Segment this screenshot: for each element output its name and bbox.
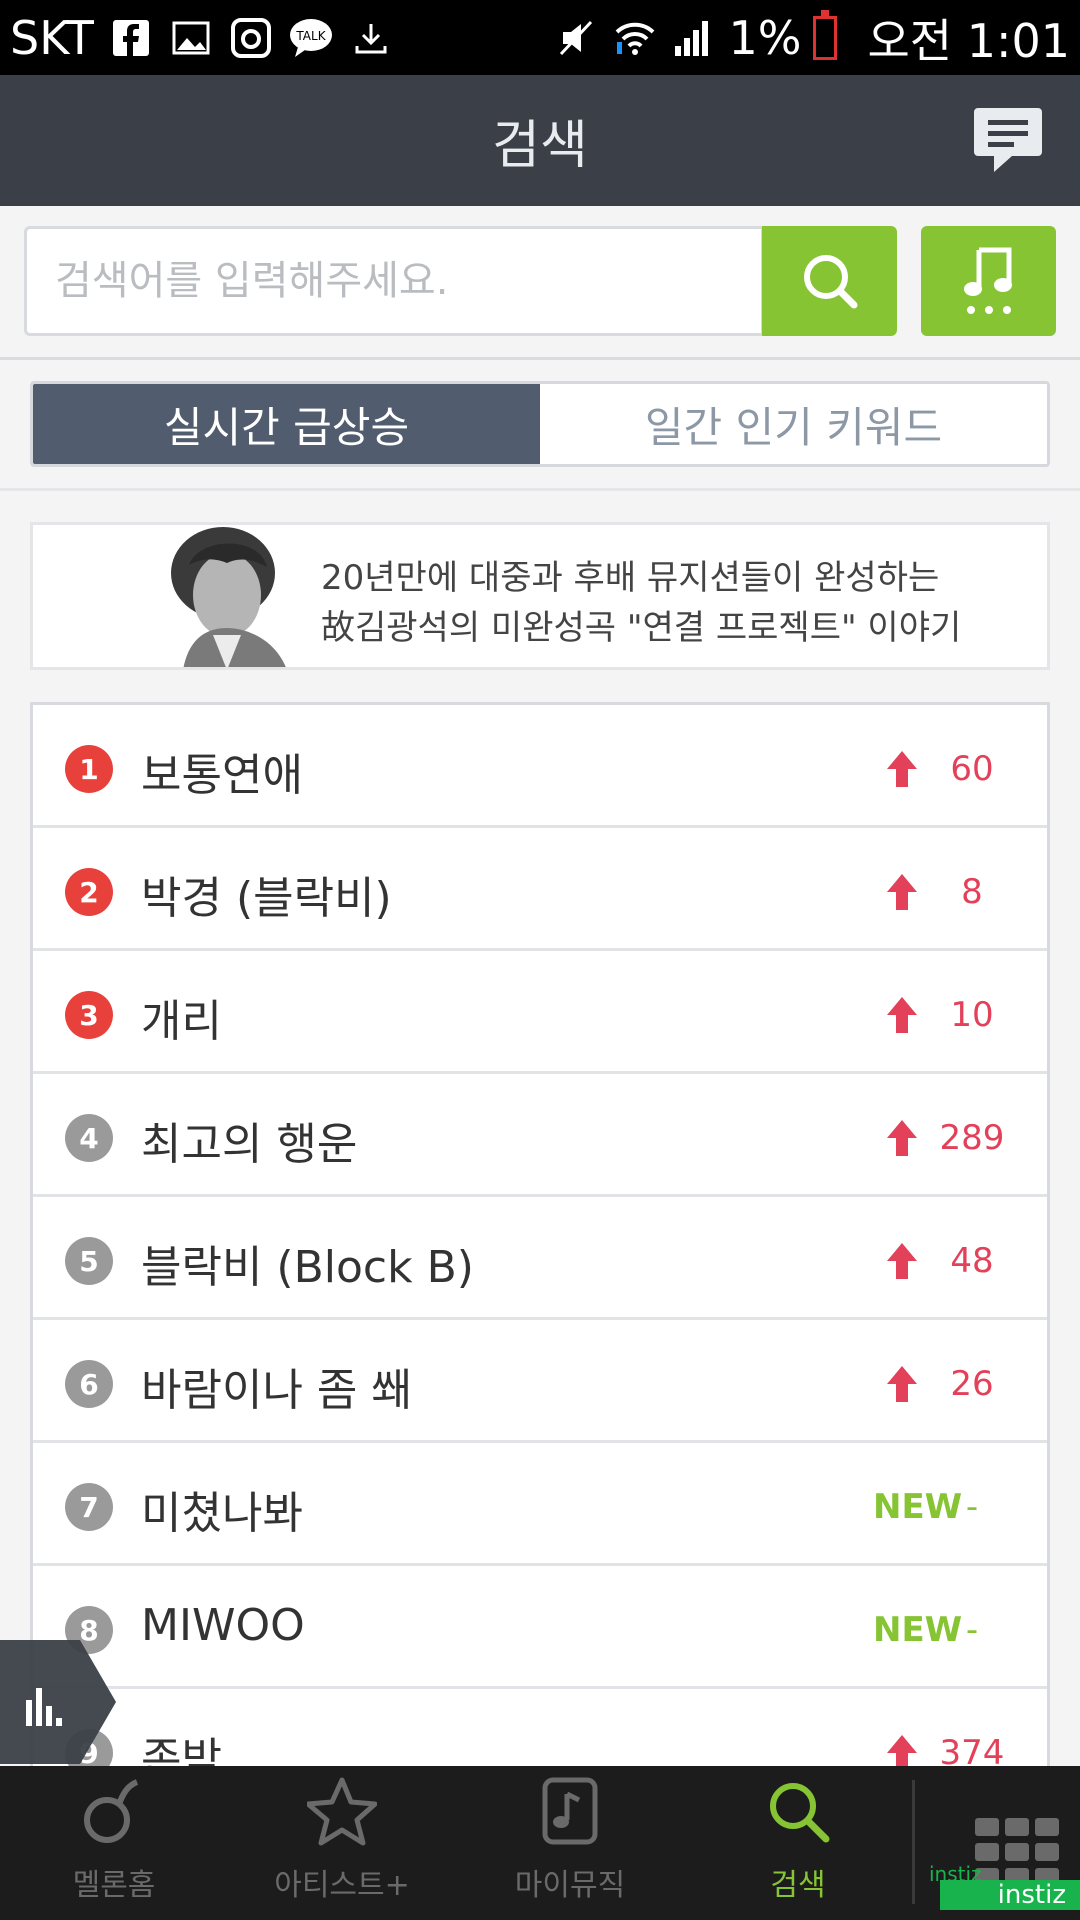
keyword-tabs: 실시간 급상승 일간 인기 키워드	[30, 381, 1050, 467]
mute-icon	[554, 15, 600, 61]
signal-icon	[670, 15, 716, 61]
promo-banner[interactable]: 20년만에 대중과 후배 뮤지션들이 완성하는 故김광석의 미완성곡 "연결 프…	[30, 522, 1050, 670]
ranking-row[interactable]: 6 바람이나 좀 쐐 26	[33, 1320, 1047, 1443]
chat-bubble-icon	[974, 108, 1042, 172]
page-title: 검색	[492, 116, 588, 176]
ranking-row[interactable]: 8 MIWOO NEW -	[33, 1566, 1047, 1689]
rank-change: 374	[939, 1733, 1005, 1766]
arrow-up-icon	[887, 1735, 917, 1766]
rank-keyword: 개리	[141, 996, 222, 1047]
rank-badge: 5	[65, 1237, 113, 1285]
rank-change: 26	[950, 1364, 994, 1404]
search-icon	[770, 1783, 830, 1843]
nav-my-music[interactable]: 마이뮤직	[456, 1766, 684, 1920]
rank-badge: 3	[65, 991, 113, 1039]
rank-keyword: 바람이나 좀 쐐	[141, 1365, 412, 1416]
grid-menu-icon	[975, 1818, 1059, 1886]
svg-text:TALK: TALK	[295, 29, 326, 43]
kakaotalk-icon: TALK	[288, 15, 334, 61]
tab-daily-popular[interactable]: 일간 인기 키워드	[540, 384, 1047, 464]
rank-badge: 6	[65, 1360, 113, 1408]
arrow-up-icon	[887, 1243, 917, 1279]
rank-change: -	[965, 1610, 979, 1650]
nav-label: 검색	[770, 1868, 826, 1903]
banner-line-1: 20년만에 대중과 후배 뮤지션들이 완성하는	[321, 558, 940, 598]
arrow-up-icon	[887, 1120, 917, 1156]
tab-realtime-rising[interactable]: 실시간 급상승	[33, 384, 540, 464]
status-right: 1% 오전 1:01	[554, 5, 1070, 71]
rank-badge: 1	[65, 745, 113, 793]
nav-label: 아티스트+	[274, 1868, 410, 1903]
rank-change: 48	[950, 1241, 994, 1281]
arrow-up-icon	[887, 997, 917, 1033]
nav-search[interactable]: 검색	[684, 1766, 912, 1920]
rank-change: 60	[950, 749, 994, 789]
wifi-icon	[612, 15, 658, 61]
melon-home-icon	[84, 1779, 139, 1843]
search-button[interactable]	[762, 226, 897, 336]
battery-percent: 1%	[728, 10, 802, 65]
my-music-icon	[542, 1777, 598, 1845]
music-search-button[interactable]	[921, 226, 1056, 336]
nav-artist-plus[interactable]: 아티스트+	[228, 1766, 456, 1920]
gallery-icon	[168, 15, 214, 61]
banner-line-2: 故김광석의 미완성곡 "연결 프로젝트" 이야기	[321, 608, 962, 648]
nav-melon-home[interactable]: 멜론홈	[0, 1766, 228, 1920]
rank-keyword: 박경 (블락비)	[141, 873, 392, 924]
status-bar: SKT TALK 1% 오전 1:01	[0, 0, 1080, 75]
star-icon	[307, 1777, 377, 1846]
rank-badge: 2	[65, 868, 113, 916]
nav-all-menu[interactable]: instiz instiz	[915, 1766, 1080, 1920]
rank-change: 289	[939, 1118, 1005, 1158]
rank-keyword: 존박	[141, 1734, 222, 1766]
arrow-up-icon	[887, 1366, 917, 1402]
ranking-row[interactable]: 3 개리 10	[33, 951, 1047, 1074]
nav-label: 멜론홈	[72, 1868, 156, 1903]
watermark: instiz	[940, 1880, 1080, 1910]
rank-keyword: 블락비 (Block B)	[141, 1242, 474, 1293]
rank-change: 8	[961, 872, 983, 912]
ranking-row[interactable]: 4 최고의 행운 289	[33, 1074, 1047, 1197]
rank-keyword: 보통연애	[141, 750, 303, 801]
nav-label: 마이뮤직	[514, 1868, 626, 1903]
status-left: SKT TALK	[10, 11, 394, 65]
rank-keyword: 최고의 행운	[141, 1119, 358, 1170]
chart-drawer-handle[interactable]	[0, 1640, 118, 1764]
facebook-icon	[108, 15, 154, 61]
rank-keyword: MIWOO	[141, 1600, 305, 1651]
rank-badge: 7	[65, 1483, 113, 1531]
rank-keyword: 미쳤나봐	[141, 1488, 303, 1539]
ranking-row[interactable]: 9 존박 374	[33, 1689, 1047, 1766]
music-note-icon	[963, 247, 1012, 314]
chat-button[interactable]	[972, 104, 1044, 174]
divider	[0, 488, 1080, 491]
ranking-list: 1 보통연애 60 2 박경 (블락비) 8 3 개리 10 4 최고의 행운 …	[30, 702, 1050, 1766]
app-header: 검색	[0, 75, 1080, 206]
search-icon	[803, 255, 857, 309]
banner-text: 20년만에 대중과 후배 뮤지션들이 완성하는 故김광석의 미완성곡 "연결 프…	[321, 553, 961, 653]
instagram-icon	[228, 15, 274, 61]
bottom-nav: 멜론홈 아티스트+ 마이뮤직 검색 instiz instiz	[0, 1766, 1080, 1920]
singer-portrait-image	[171, 527, 286, 667]
arrow-up-icon	[887, 751, 917, 787]
clock: 오전 1:01	[867, 13, 1070, 68]
download-icon	[348, 15, 394, 61]
rank-change: 10	[950, 995, 994, 1035]
ranking-row[interactable]: 2 박경 (블락비) 8	[33, 828, 1047, 951]
carrier-label: SKT	[10, 10, 94, 65]
ranking-row[interactable]: 1 보통연애 60	[33, 705, 1047, 828]
ranking-row[interactable]: 5 블락비 (Block B) 48	[33, 1197, 1047, 1320]
battery-icon	[813, 9, 838, 60]
rank-change: -	[965, 1487, 979, 1527]
search-input[interactable]	[24, 226, 764, 336]
ranking-row[interactable]: 7 미쳤나봐 NEW -	[33, 1443, 1047, 1566]
arrow-up-icon	[887, 874, 917, 910]
search-area	[0, 206, 1080, 360]
rank-badge: 4	[65, 1114, 113, 1162]
